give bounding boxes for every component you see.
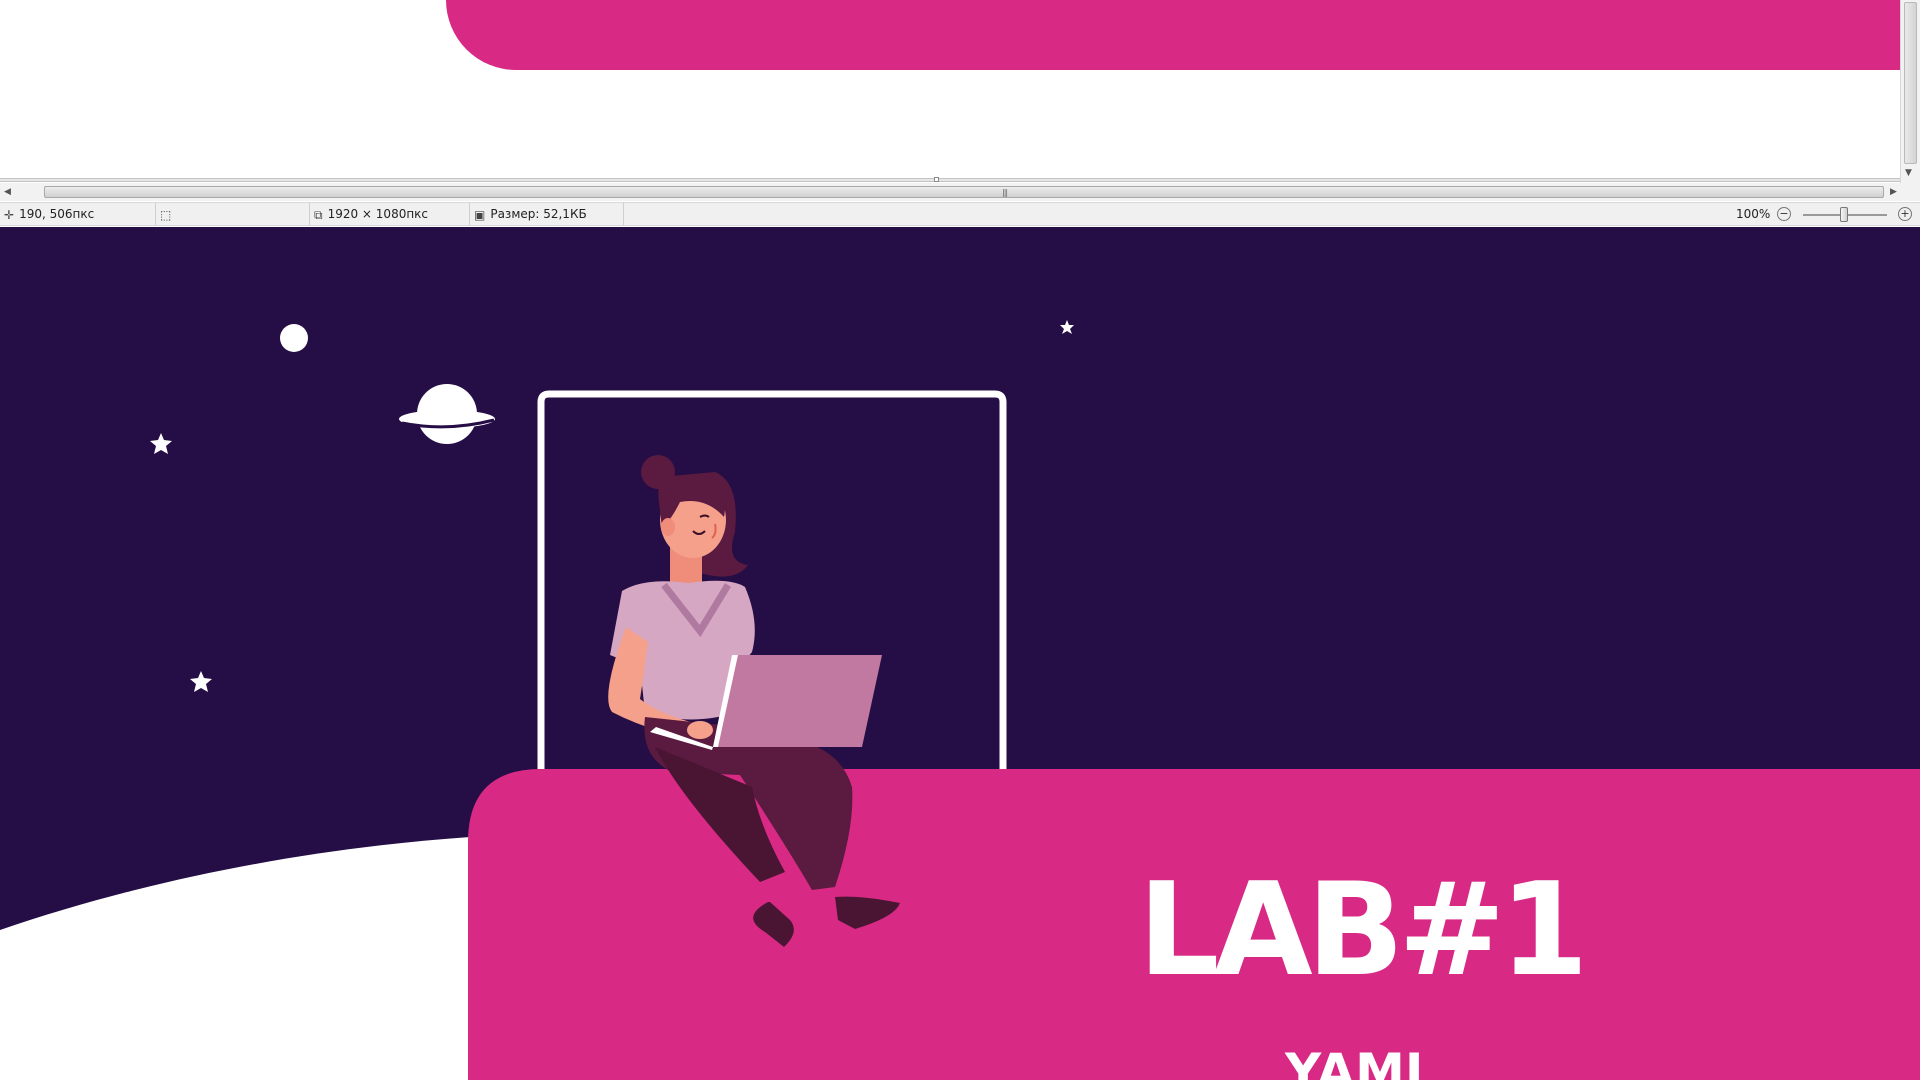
file-size: Размер: 52,1КБ — [490, 207, 587, 221]
scroll-right-arrow-icon[interactable]: ▶ — [1890, 186, 1897, 198]
status-bar: ✛ 190, 506пкс ⬚ ⧉ 1920 × 1080пкс ▣ Размер: … — [0, 202, 1920, 226]
scrollbar-grip-icon: ||| — [1002, 188, 1008, 197]
file-size-cell: ▣ Размер: 52,1КБ — [470, 203, 624, 225]
slide-illustration — [0, 320, 1920, 1080]
zoom-level: 100% — [1736, 207, 1771, 221]
disk-icon: ▣ — [474, 207, 486, 222]
image-size-icon: ⧉ — [314, 207, 323, 222]
horizontal-scrollbar[interactable]: ◀ ||| ▶ — [0, 183, 1920, 201]
horizontal-scrollbar-thumb[interactable]: ||| — [44, 186, 1884, 198]
zoom-slider-thumb[interactable] — [1840, 207, 1848, 222]
moon-icon — [280, 324, 308, 352]
scroll-down-arrow-icon[interactable]: ▼ — [1905, 168, 1912, 178]
star-icon — [150, 433, 172, 454]
crosshair-icon: ✛ — [4, 207, 15, 222]
splitter-grip-handle[interactable] — [934, 177, 939, 182]
slide-title: LAB#1 — [1138, 856, 1589, 1005]
cursor-position-cell: ✛ 190, 506пкс — [0, 203, 156, 225]
selection-size-cell: ⬚ — [156, 203, 310, 225]
slide-subtitle: YAML — [1285, 1043, 1437, 1080]
scroll-left-arrow-icon[interactable]: ◀ — [4, 186, 11, 198]
star-icon — [190, 671, 212, 692]
planet-icon — [399, 384, 495, 444]
zoom-level-cell: 100% — [1736, 203, 1774, 225]
star-icon — [1060, 320, 1074, 334]
pink-banner-shape — [446, 0, 1900, 70]
vertical-scrollbar-thumb[interactable] — [1904, 2, 1917, 164]
vertical-scrollbar[interactable]: ▼ — [1900, 0, 1920, 183]
zoom-out-icon[interactable]: − — [1777, 207, 1791, 221]
slide-image: LAB#1 YAML — [0, 227, 1920, 1080]
cursor-position: 190, 506пкс — [19, 207, 95, 221]
white-hill-shape — [0, 837, 470, 1080]
pane-splitter[interactable] — [0, 178, 1900, 182]
zoom-in-icon[interactable]: + — [1898, 207, 1912, 221]
selection-icon: ⬚ — [160, 207, 172, 222]
image-dimensions-cell: ⧉ 1920 × 1080пкс — [310, 203, 470, 225]
image-dimensions: 1920 × 1080пкс — [327, 207, 429, 221]
image-canvas-top — [0, 0, 1900, 178]
